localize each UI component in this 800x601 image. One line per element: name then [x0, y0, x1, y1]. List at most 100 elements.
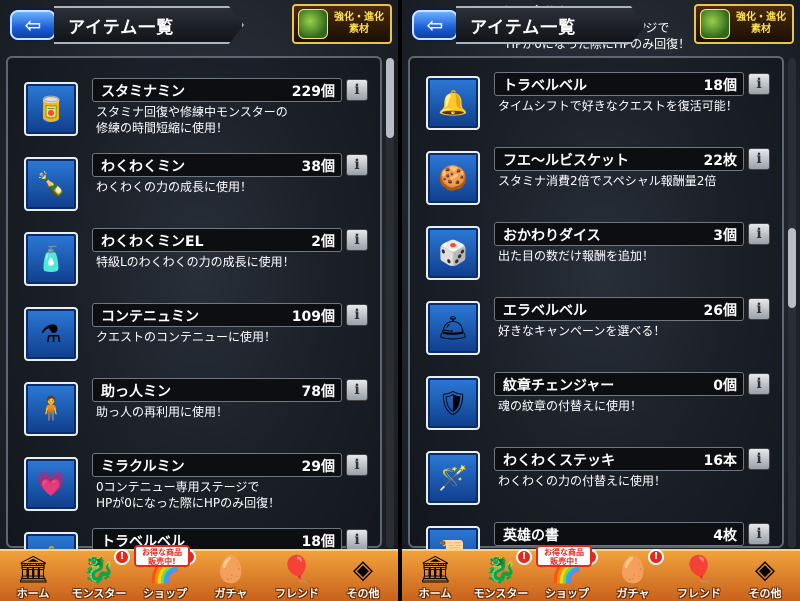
- monster-icon: 🐉: [484, 555, 518, 585]
- nav-home[interactable]: 🏛 ホーム: [402, 551, 468, 601]
- item-count: 18個: [703, 78, 737, 94]
- waku-stick-icon: 🪄: [426, 451, 480, 505]
- monster-icon: 🐉: [82, 555, 116, 585]
- back-arrow-icon: ⇦: [24, 13, 42, 37]
- info-button[interactable]: i: [346, 529, 368, 551]
- item-name: 英雄の書: [503, 528, 559, 544]
- alert-badge: !: [648, 549, 664, 565]
- item-count: 38個: [301, 159, 335, 175]
- list-item: 🧍 助っ人ミン 78個 i 助っ人の再利用に使用！: [8, 378, 378, 442]
- list-item: 🪄 わくわくステッキ 16本 i わくわくの力の付替えに使用！: [410, 447, 780, 511]
- item-description: 特級Lのわくわくの力の成長に使用！: [96, 255, 295, 269]
- nav-other[interactable]: ◈ その他: [732, 551, 798, 601]
- scrollbar[interactable]: [386, 58, 394, 548]
- info-button[interactable]: i: [748, 448, 770, 470]
- travel-bell-icon: 🔔: [426, 76, 480, 130]
- info-button[interactable]: i: [748, 373, 770, 395]
- item-description: わくわくの力の成長に使用！: [96, 180, 253, 194]
- item-name: 助っ人ミン: [101, 384, 171, 400]
- info-button[interactable]: i: [748, 298, 770, 320]
- upgrade-materials-button[interactable]: 強化・進化 素材: [292, 4, 392, 44]
- header: ⇦ アイテム一覧 強化・進化 素材: [0, 0, 398, 56]
- list-item: ⚗ コンテニュミン 109個 i クエストのコンテニューに使用！: [8, 303, 378, 367]
- info-button[interactable]: i: [346, 154, 368, 176]
- item-count: 26個: [703, 303, 737, 319]
- crest-changer-icon: 🛡: [426, 376, 480, 430]
- info-button[interactable]: i: [346, 229, 368, 251]
- waku-min-icon: 🍾: [24, 157, 78, 211]
- scrollbar[interactable]: [788, 58, 796, 548]
- alert-badge: !: [114, 549, 130, 565]
- item-count: 3個: [713, 228, 737, 244]
- gacha-icon: 🥚: [616, 555, 650, 585]
- back-button[interactable]: ⇦: [412, 10, 458, 40]
- item-name: トラベルベル: [503, 78, 587, 94]
- item-description: スタミナ回復や修練中モンスターの 修練の時間短縮に使用！: [96, 105, 288, 135]
- select-bell-icon: 🛎: [426, 301, 480, 355]
- continue-min-icon: ⚗: [24, 307, 78, 361]
- home-icon: 🏛: [16, 555, 50, 585]
- nav-friend[interactable]: 🎈 フレンド: [666, 551, 732, 601]
- miracle-min-icon: 💗: [24, 457, 78, 511]
- nav-monster[interactable]: 🐉 モンスター!: [468, 549, 534, 601]
- sale-promo-badge[interactable]: お得な商品 販売中!: [134, 545, 190, 567]
- item-list-panel-left: ⇦ アイテム一覧 強化・進化 素材 🥫 スタミナミン 229個 i スタミナ回復や…: [0, 0, 398, 601]
- upgrade-materials-button[interactable]: 強化・進化 素材: [694, 4, 794, 44]
- item-description: わくわくの力の付替えに使用！: [498, 474, 667, 488]
- item-count: 109個: [291, 309, 335, 325]
- nav-gacha[interactable]: 🥚 ガチャ!: [600, 549, 666, 601]
- item-description: 0コンテニュー専用ステージで HPが0になった際にHPのみ回復！: [96, 480, 281, 510]
- item-description: スタミナ消費2倍でスペシャル報酬量2倍: [498, 174, 717, 188]
- info-button[interactable]: i: [346, 79, 368, 101]
- info-button[interactable]: i: [346, 379, 368, 401]
- alert-badge: !: [516, 549, 532, 565]
- item-count: 22枚: [703, 153, 737, 169]
- nav-home[interactable]: 🏛 ホーム: [0, 551, 66, 601]
- sale-promo-badge[interactable]: お得な商品 販売中!: [536, 545, 592, 567]
- item-name: おかわりダイス: [503, 228, 601, 244]
- scroll-thumb[interactable]: [788, 228, 796, 308]
- item-count: 0個: [713, 378, 737, 394]
- nav-other[interactable]: ◈ その他: [330, 551, 396, 601]
- item-name: ミラクルミン: [101, 459, 185, 475]
- list-item: 🍾 わくわくミン 38個 i わくわくの力の成長に使用！: [8, 153, 378, 217]
- nav-friend[interactable]: 🎈 フレンド: [264, 551, 330, 601]
- monster-upgrade-icon: [700, 9, 730, 39]
- item-description: クエストのコンテニューに使用！: [96, 330, 277, 344]
- info-button[interactable]: i: [748, 148, 770, 170]
- list-item: 🛡 紋章チェンジャー 0個 i 魂の紋章の付替えに使用！: [410, 372, 780, 436]
- nav-gacha[interactable]: 🥚 ガチャ: [198, 551, 264, 601]
- list-item: 🥫 スタミナミン 229個 i スタミナ回復や修練中モンスターの 修練の時間短縮に…: [8, 78, 378, 142]
- list-item: 🎲 おかわりダイス 3個 i 出た目の数だけ報酬を追加！: [410, 222, 780, 286]
- item-description: 魂の紋章の付替えに使用！: [498, 399, 643, 413]
- item-count: 2個: [311, 234, 335, 250]
- home-icon: 🏛: [418, 555, 452, 585]
- friend-icon: 🎈: [280, 555, 314, 585]
- scroll-thumb[interactable]: [386, 58, 394, 138]
- item-list-panel-right: ⇦ アイテム一覧 強化・進化 素材 ミラクルミン 0コンテニュー専用ステージで …: [402, 0, 800, 601]
- info-button[interactable]: i: [748, 73, 770, 95]
- item-name: 紋章チェンジャー: [503, 378, 615, 394]
- info-button[interactable]: i: [346, 454, 368, 476]
- friend-icon: 🎈: [682, 555, 716, 585]
- item-name: わくわくミン: [101, 159, 185, 175]
- info-button[interactable]: i: [346, 304, 368, 326]
- item-count: 229個: [291, 84, 335, 100]
- item-name: スタミナミン: [101, 84, 185, 100]
- item-list: ミラクルミン 0コンテニュー専用ステージで HPが0になった際にHPのみ回復！ …: [410, 5, 784, 580]
- nav-monster[interactable]: 🐉 モンスター!: [66, 549, 132, 601]
- item-description: 出た目の数だけ報酬を追加！: [498, 249, 655, 263]
- list-item: 🍪 フエ〜ルビスケット 22枚 i スタミナ消費2倍でスペシャル報酬量2倍: [410, 147, 780, 211]
- biscuit-icon: 🍪: [426, 151, 480, 205]
- item-count: 29個: [301, 459, 335, 475]
- page-title: アイテム一覧: [54, 6, 244, 44]
- item-count: 16本: [703, 453, 737, 469]
- bottom-nav: 🏛ホーム 🐉モンスター! 🌈ショップ! 🥚ガチャ! 🎈フレンド ◈その他 お得な…: [402, 545, 800, 601]
- bottom-nav: 🏛ホーム 🐉モンスター! 🌈ショップ! 🥚ガチャ 🎈フレンド ◈その他 お得な商…: [0, 545, 398, 601]
- info-button[interactable]: i: [748, 223, 770, 245]
- item-description: タイムシフトで好きなクエストを復活可能！: [498, 99, 738, 113]
- info-button[interactable]: i: [748, 523, 770, 545]
- item-name: わくわくミンEL: [101, 234, 204, 250]
- back-button[interactable]: ⇦: [10, 10, 56, 40]
- dice-icon: 🎲: [426, 226, 480, 280]
